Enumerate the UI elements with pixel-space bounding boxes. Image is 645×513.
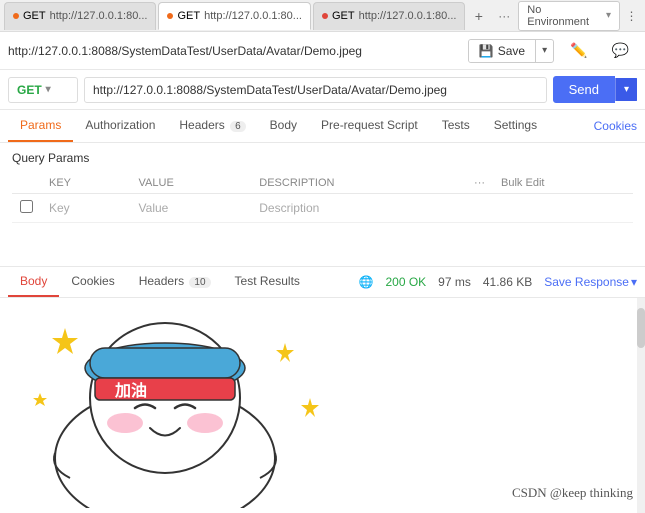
url-input[interactable] xyxy=(84,77,547,103)
cartoon-image: 加油 xyxy=(0,298,645,508)
right-cheek xyxy=(187,413,223,433)
th-dots: ··· xyxy=(466,173,493,194)
save-label: Save xyxy=(498,44,525,58)
response-tabs: Body Cookies Headers 10 Test Results 🌐 2… xyxy=(0,267,645,298)
th-description: DESCRIPTION xyxy=(251,173,466,194)
response-status-bar: 🌐 200 OK 97 ms 41.86 KB Save Response ▾ xyxy=(359,275,637,289)
query-params-title: Query Params xyxy=(12,151,633,165)
tab-url-2: http://127.0.0.1:80... xyxy=(204,10,302,22)
row-actions xyxy=(493,194,633,223)
star-1 xyxy=(52,328,78,354)
save-response-arrow: ▾ xyxy=(631,275,637,289)
save-dropdown-arrow[interactable]: ▾ xyxy=(536,41,553,60)
save-response-button[interactable]: Save Response ▾ xyxy=(544,275,637,289)
cookies-link[interactable]: Cookies xyxy=(594,111,637,141)
save-icon: 💾 xyxy=(479,44,494,58)
method-selector[interactable]: GET ▾ xyxy=(8,77,78,103)
tab-dot-2 xyxy=(167,13,173,19)
resp-tab-cookies[interactable]: Cookies xyxy=(59,267,126,297)
response-body-image: 加油 CSDN @keep thinking xyxy=(0,298,645,513)
tab-more-button[interactable]: ··· xyxy=(492,7,516,25)
response-size: 41.86 KB xyxy=(483,275,532,289)
send-button[interactable]: Send xyxy=(553,76,615,103)
tab-authorization[interactable]: Authorization xyxy=(73,110,167,142)
env-arrow-icon: ▾ xyxy=(606,10,611,21)
tab-add-button[interactable]: + xyxy=(467,4,490,28)
star-2 xyxy=(276,343,294,362)
th-value: VALUE xyxy=(131,173,252,194)
resp-tab-body[interactable]: Body xyxy=(8,267,59,297)
headers-badge: 6 xyxy=(230,121,246,132)
scrollbar-thumb[interactable] xyxy=(637,308,645,348)
request-row: GET ▾ Send ▾ xyxy=(0,70,645,110)
save-button-group: 💾 Save ▾ xyxy=(468,39,554,63)
cartoon-svg: 加油 xyxy=(0,298,390,508)
resp-tab-headers[interactable]: Headers 10 xyxy=(127,267,223,297)
env-label: No Environment xyxy=(527,4,602,28)
params-section: Query Params KEY VALUE DESCRIPTION ··· B… xyxy=(0,143,645,227)
row-key[interactable]: Key xyxy=(41,194,131,223)
more-options-icon[interactable]: ⋮ xyxy=(622,9,641,23)
th-key: KEY xyxy=(41,173,131,194)
tab-body[interactable]: Body xyxy=(258,110,309,142)
globe-icon: 🌐 xyxy=(359,275,374,289)
headband-text-1: 加油 xyxy=(114,381,147,400)
address-url: http://127.0.0.1:8088/SystemDataTest/Use… xyxy=(8,44,460,58)
row-description[interactable]: Description xyxy=(251,194,466,223)
tab-2[interactable]: GET http://127.0.0.1:80... xyxy=(158,2,310,30)
star-3 xyxy=(301,398,319,417)
method-value: GET xyxy=(17,83,42,97)
table-row: Key Value Description xyxy=(12,194,633,223)
response-time: 97 ms xyxy=(438,275,471,289)
params-table: KEY VALUE DESCRIPTION ··· Bulk Edit Key … xyxy=(12,173,633,223)
edit-icon[interactable]: ✏️ xyxy=(562,38,595,63)
tab-headers[interactable]: Headers 6 xyxy=(167,110,257,142)
save-button-main[interactable]: 💾 Save xyxy=(469,40,536,62)
empty-space xyxy=(0,227,645,267)
send-button-group: Send ▾ xyxy=(553,76,637,103)
tab-url-3: http://127.0.0.1:80... xyxy=(359,10,457,22)
tab-1[interactable]: GET http://127.0.0.1:80... xyxy=(4,2,156,30)
scrollbar[interactable] xyxy=(637,298,645,513)
environment-selector[interactable]: No Environment ▾ xyxy=(518,1,620,31)
hat-body xyxy=(90,348,240,378)
star-4 xyxy=(33,393,47,406)
tab-dot-1 xyxy=(13,13,19,19)
bulk-edit-button[interactable]: Bulk Edit xyxy=(493,173,633,194)
resp-tab-test-results[interactable]: Test Results xyxy=(223,267,312,297)
tab-3[interactable]: GET http://127.0.0.1:80... xyxy=(313,2,465,30)
watermark: CSDN @keep thinking xyxy=(512,485,633,501)
request-tabs-nav: Params Authorization Headers 6 Body Pre-… xyxy=(0,110,645,143)
resp-headers-badge: 10 xyxy=(189,277,210,288)
tab-params[interactable]: Params xyxy=(8,110,73,142)
comment-icon[interactable]: 💬 xyxy=(604,38,637,63)
tab-url-1: http://127.0.0.1:80... xyxy=(50,10,148,22)
main-container: GET http://127.0.0.1:80... GET http://12… xyxy=(0,0,645,513)
save-response-label: Save Response xyxy=(544,275,629,289)
tab-method-1: GET xyxy=(23,10,46,22)
tab-settings[interactable]: Settings xyxy=(482,110,549,142)
row-checkbox[interactable] xyxy=(20,200,33,213)
th-check xyxy=(12,173,41,194)
method-arrow-icon: ▾ xyxy=(46,84,51,95)
left-cheek xyxy=(107,413,143,433)
tab-pre-request[interactable]: Pre-request Script xyxy=(309,110,430,142)
tab-tests[interactable]: Tests xyxy=(430,110,482,142)
send-dropdown-arrow[interactable]: ▾ xyxy=(615,78,637,101)
tab-bar: GET http://127.0.0.1:80... GET http://12… xyxy=(0,0,645,32)
row-check[interactable] xyxy=(12,194,41,223)
status-ok: 200 OK xyxy=(385,275,426,289)
address-row: http://127.0.0.1:8088/SystemDataTest/Use… xyxy=(0,32,645,70)
tab-method-3: GET xyxy=(332,10,355,22)
tab-dot-3 xyxy=(322,13,328,19)
row-dots xyxy=(466,194,493,223)
row-value[interactable]: Value xyxy=(131,194,252,223)
tab-method-2: GET xyxy=(177,10,200,22)
